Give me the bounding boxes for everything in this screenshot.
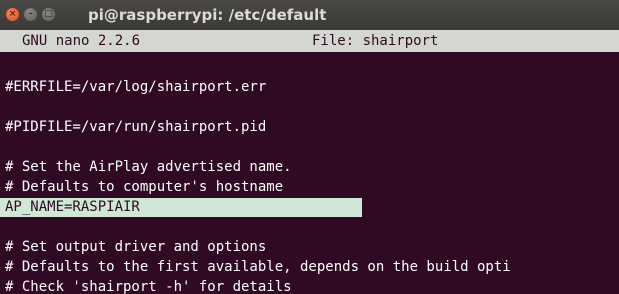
- editor-line[interactable]: # Defaults to the first available, depen…: [5, 258, 511, 277]
- editor-line-highlighted[interactable]: AP_NAME=RASPIAIR: [0, 198, 362, 217]
- nano-header-bar: GNU nano 2.2.6 File: shairport: [0, 30, 619, 52]
- nano-version: GNU nano 2.2.6: [22, 33, 141, 49]
- editor-line[interactable]: #PIDFILE=/var/run/shairport.pid: [5, 118, 266, 137]
- editor-line[interactable]: #ERRFILE=/var/log/shairport.err: [5, 78, 266, 97]
- close-window-button[interactable]: ×: [6, 8, 19, 21]
- editor-line[interactable]: # Set output driver and options: [5, 238, 266, 257]
- editor-line[interactable]: # Defaults to computer's hostname: [5, 178, 283, 197]
- minimize-window-button[interactable]: –: [24, 8, 37, 21]
- editor-area[interactable]: #ERRFILE=/var/log/shairport.err #PIDFILE…: [0, 52, 619, 294]
- title-bar[interactable]: × – □ pi@raspberrypi: /etc/default: [0, 0, 619, 31]
- editor-line[interactable]: # Check 'shairport -h' for details: [5, 278, 292, 294]
- maximize-window-button[interactable]: □: [42, 8, 55, 21]
- editor-line[interactable]: # Set the AirPlay advertised name.: [5, 158, 292, 177]
- nano-file-name: File: shairport: [312, 33, 439, 49]
- window-title: pi@raspberrypi: /etc/default: [88, 6, 327, 24]
- terminal-window: × – □ pi@raspberrypi: /etc/default GNU n…: [0, 0, 619, 294]
